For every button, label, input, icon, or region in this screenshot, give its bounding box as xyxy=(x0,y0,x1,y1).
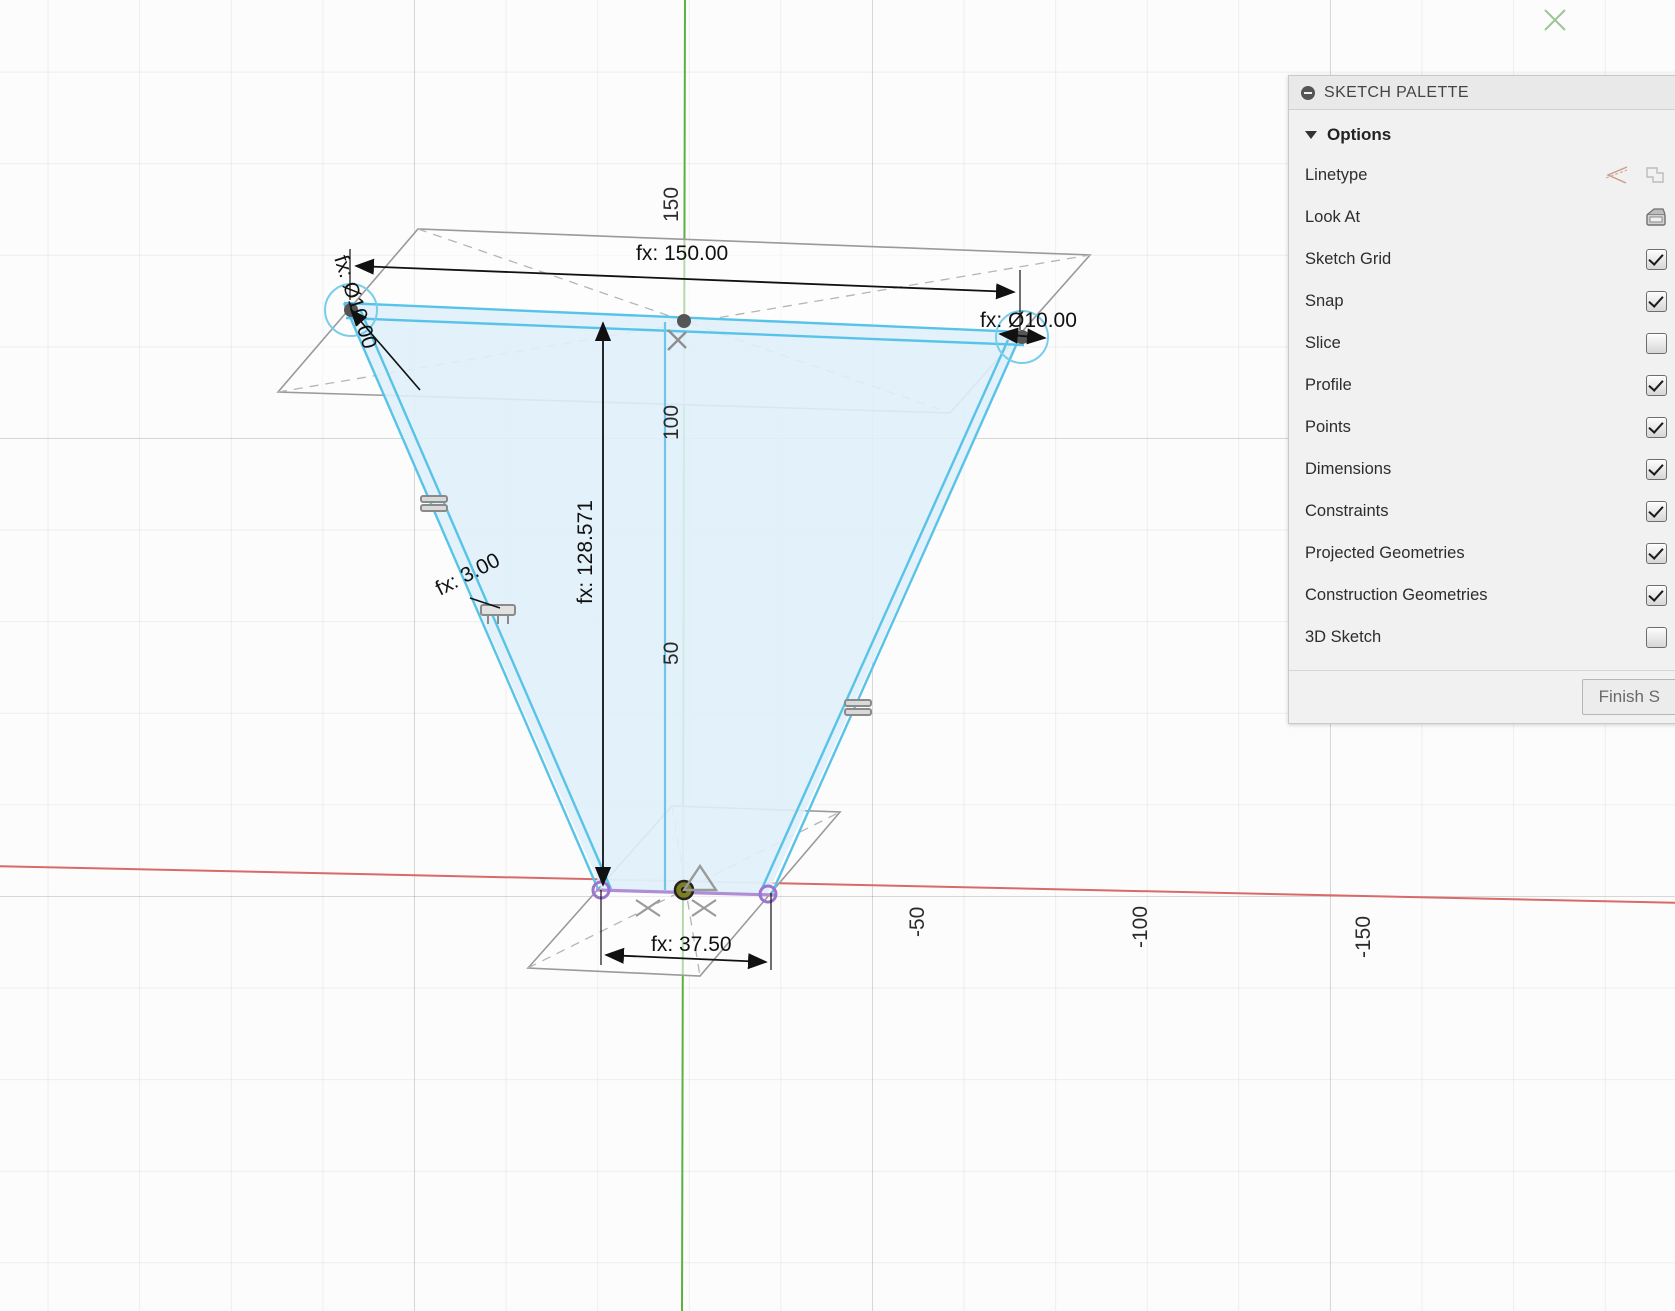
sketch-palette-footer: Finish S xyxy=(1289,670,1675,723)
option-row-linetype[interactable]: Linetype xyxy=(1289,154,1675,196)
option-label-profile: Profile xyxy=(1305,375,1352,394)
option-label-3d-sketch: 3D Sketch xyxy=(1305,627,1382,646)
option-row-projected-geometries[interactable]: Projected Geometries xyxy=(1289,532,1675,574)
option-label-dimensions: Dimensions xyxy=(1305,459,1392,478)
option-label-points: Points xyxy=(1305,417,1351,436)
option-label-linetype: Linetype xyxy=(1305,165,1368,184)
checkbox-snap[interactable] xyxy=(1646,290,1667,312)
sketch-palette[interactable]: SKETCH PALETTE Options Linetype Look At xyxy=(1288,75,1675,724)
collapse-circle-icon[interactable] xyxy=(1301,85,1315,100)
checkbox-sketch-grid[interactable] xyxy=(1646,248,1667,270)
x-axis-line xyxy=(0,865,1675,904)
checkbox-constraints[interactable] xyxy=(1646,500,1667,522)
options-section-header[interactable]: Options xyxy=(1289,116,1675,154)
option-row-3d-sketch[interactable]: 3D Sketch xyxy=(1289,616,1675,658)
linetype-icon[interactable] xyxy=(1605,165,1629,185)
sketch-palette-body: Options Linetype Look At Sketch Grid Sna… xyxy=(1289,110,1675,670)
checkbox-dimensions[interactable] xyxy=(1646,458,1667,480)
option-row-slice[interactable]: Slice xyxy=(1289,322,1675,364)
axis-tick-x--50: -50 xyxy=(906,907,929,937)
option-label-construction-geometries: Construction Geometries xyxy=(1305,585,1488,604)
option-label-constraints: Constraints xyxy=(1305,501,1389,520)
option-row-profile[interactable]: Profile xyxy=(1289,364,1675,406)
finish-sketch-button[interactable]: Finish S xyxy=(1581,679,1675,715)
option-row-look-at[interactable]: Look At xyxy=(1289,196,1675,238)
axis-tick-y-150: 150 xyxy=(660,187,683,222)
dimension-top-width-label: fx: 150.00 xyxy=(636,242,728,265)
option-row-construction-geometries[interactable]: Construction Geometries xyxy=(1289,574,1675,616)
option-label-projected-geometries: Projected Geometries xyxy=(1305,543,1465,562)
option-label-look-at: Look At xyxy=(1305,207,1361,226)
checkbox-3d-sketch[interactable] xyxy=(1646,626,1667,648)
option-label-slice: Slice xyxy=(1305,333,1341,352)
axis-tick-x--100: -100 xyxy=(1129,906,1152,948)
option-row-snap[interactable]: Snap xyxy=(1289,280,1675,322)
checkbox-projected-geometries[interactable] xyxy=(1646,542,1667,564)
checkbox-profile[interactable] xyxy=(1646,374,1667,396)
look-at-icon[interactable] xyxy=(1645,207,1667,227)
chevron-down-icon[interactable] xyxy=(1305,131,1317,139)
sketch-point-top-center[interactable] xyxy=(677,314,691,328)
dimension-bottom-width-label: fx: 37.50 xyxy=(651,933,732,956)
options-section-label: Options xyxy=(1327,125,1392,144)
axis-tick-y-50: 50 xyxy=(660,642,683,665)
option-label-sketch-grid: Sketch Grid xyxy=(1305,249,1392,268)
option-label-snap: Snap xyxy=(1305,291,1344,310)
checkbox-construction-geometries[interactable] xyxy=(1646,584,1667,606)
sketch-palette-title: SKETCH PALETTE xyxy=(1324,83,1469,101)
option-row-sketch-grid[interactable]: Sketch Grid xyxy=(1289,238,1675,280)
view-cube-fragment[interactable] xyxy=(1544,9,1566,31)
option-row-dimensions[interactable]: Dimensions xyxy=(1289,448,1675,490)
option-row-constraints[interactable]: Constraints xyxy=(1289,490,1675,532)
checkbox-points[interactable] xyxy=(1646,416,1667,438)
axis-tick-x--150: -150 xyxy=(1352,916,1375,958)
checkbox-slice[interactable] xyxy=(1646,332,1667,354)
dimension-top-right-diameter-label: fx: Ø10.00 xyxy=(980,309,1077,332)
axis-tick-y-100: 100 xyxy=(660,405,683,440)
sketch-palette-header[interactable]: SKETCH PALETTE xyxy=(1289,76,1675,110)
dimension-height-label: fx: 128.571 xyxy=(574,500,597,604)
linetype-alt-icon[interactable] xyxy=(1643,165,1667,185)
option-row-points[interactable]: Points xyxy=(1289,406,1675,448)
